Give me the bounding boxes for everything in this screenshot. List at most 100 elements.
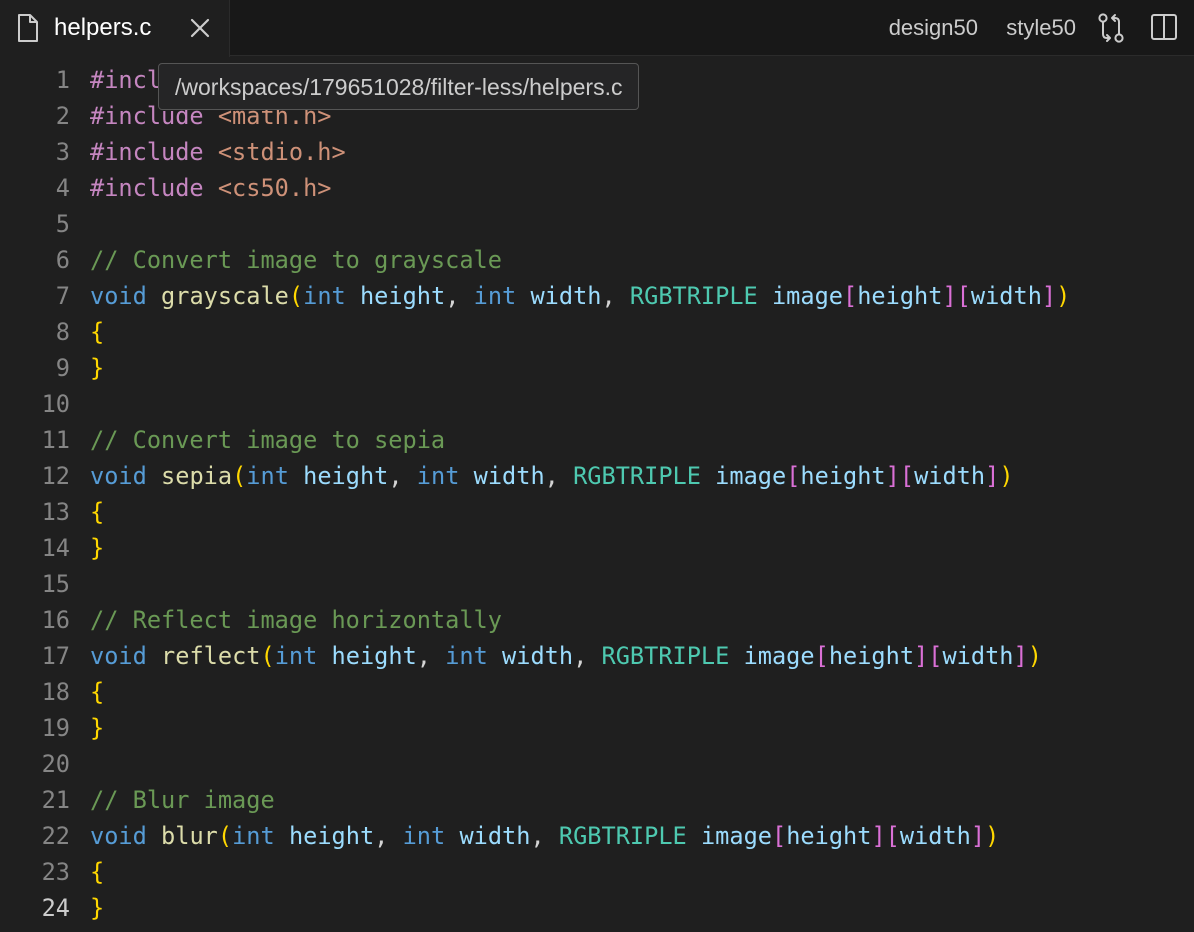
code-text: } (90, 350, 104, 386)
code-line[interactable]: 17 void reflect(int height, int width, RG… (0, 638, 1194, 674)
code-line[interactable]: 23 { (0, 854, 1194, 890)
code-token: } (90, 534, 105, 562)
code-token: { (90, 498, 105, 526)
code-token: width (473, 462, 545, 490)
code-line[interactable]: 12 void sepia(int height, int width, RGBT… (0, 458, 1194, 494)
source-control-compare-icon[interactable] (1096, 12, 1126, 48)
code-line[interactable]: 10 (0, 386, 1194, 422)
line-number: 1 (55, 66, 70, 94)
code-token: int (303, 282, 346, 310)
line-number: 9 (55, 354, 70, 382)
code-text: void sepia(int height, int width, RGBTRI… (90, 458, 1014, 494)
line-number: 13 (41, 498, 70, 526)
code-token: height (288, 822, 375, 850)
code-token: } (90, 354, 105, 382)
code-line[interactable]: 3 #include <stdio.h> (0, 134, 1194, 170)
code-token: } (90, 714, 105, 742)
code-token: // Convert image to sepia (90, 426, 446, 454)
code-token: #include (90, 138, 218, 166)
code-token: [ (771, 822, 787, 850)
code-line[interactable]: 15 (0, 566, 1194, 602)
line-number: 15 (41, 570, 70, 598)
code-token: image (715, 462, 787, 490)
code-token: ] (985, 462, 1000, 490)
code-line[interactable]: 5 (0, 206, 1194, 242)
code-text: { (90, 674, 104, 710)
code-token: , (388, 462, 417, 490)
code-text: void reflect(int height, int width, RGBT… (90, 638, 1042, 674)
code-text: { (90, 314, 104, 350)
code-token: ( (260, 642, 275, 670)
code-line[interactable]: 20 (0, 746, 1194, 782)
line-number: 21 (41, 786, 70, 814)
tab-helpers-c[interactable]: helpers.c (0, 0, 230, 57)
code-token: [ (814, 642, 829, 670)
design50-button[interactable]: design50 (889, 13, 978, 43)
code-token: image (743, 642, 815, 670)
code-token: int (473, 282, 517, 310)
code-line[interactable]: 24} (0, 890, 1194, 926)
code-line[interactable]: 16 // Reflect image horizontally (0, 602, 1194, 638)
code-token: ( (217, 822, 233, 850)
code-token: , (416, 642, 446, 670)
code-token: width (942, 642, 1014, 670)
code-line[interactable]: 19} (0, 710, 1194, 746)
code-line[interactable]: 9} (0, 350, 1194, 386)
code-text: { (90, 854, 104, 890)
code-line[interactable]: 18 { (0, 674, 1194, 710)
code-token: width (914, 462, 986, 490)
code-token: int (402, 822, 446, 850)
code-token: void (90, 282, 147, 310)
code-token: { (90, 858, 105, 886)
code-text: } (90, 890, 104, 926)
code-token: width (530, 282, 602, 310)
close-icon[interactable] (187, 15, 213, 45)
code-token: ][ (942, 282, 971, 310)
code-line[interactable]: 8{ (0, 314, 1194, 350)
code-token: { (90, 318, 105, 346)
split-editor-icon[interactable] (1150, 12, 1178, 46)
code-token: , (601, 282, 630, 310)
code-line[interactable]: 4 #include <cs50.h> (0, 170, 1194, 206)
code-text: #incl (90, 62, 161, 98)
code-line[interactable]: 14} (0, 530, 1194, 566)
code-token: , (530, 822, 559, 850)
code-line[interactable]: 6 // Convert image to grayscale (0, 242, 1194, 278)
line-number: 10 (41, 390, 70, 418)
code-token: int (445, 642, 488, 670)
code-token: width (899, 822, 971, 850)
code-token: { (90, 678, 105, 706)
code-line[interactable]: 13 { (0, 494, 1194, 530)
code-token: height (303, 462, 389, 490)
code-token: ] (1013, 642, 1028, 670)
code-line[interactable]: 22 void blur(int height, int width, RGBTR… (0, 818, 1194, 854)
code-line[interactable]: 11 // Convert image to sepia (0, 422, 1194, 458)
line-number: 17 (41, 642, 70, 670)
line-number: 7 (55, 282, 70, 310)
code-token: ( (232, 462, 247, 490)
code-line[interactable]: 21 // Blur image (0, 782, 1194, 818)
code-text: // Convert image to grayscale (90, 242, 502, 278)
code-token: ] (970, 822, 986, 850)
code-token: int (274, 642, 318, 670)
code-token: height (786, 822, 872, 850)
line-number: 5 (55, 210, 70, 238)
code-text: #include <stdio.h> (90, 134, 346, 170)
style50-button[interactable]: style50 (1006, 13, 1076, 43)
file-icon (16, 13, 40, 47)
code-token: int (232, 822, 275, 850)
code-line[interactable]: 7 void grayscale(int height, int width, R… (0, 278, 1194, 314)
code-text: } (90, 710, 104, 746)
line-number: 6 (55, 246, 70, 274)
line-number: 16 (41, 606, 70, 634)
line-number: 22 (41, 822, 70, 850)
